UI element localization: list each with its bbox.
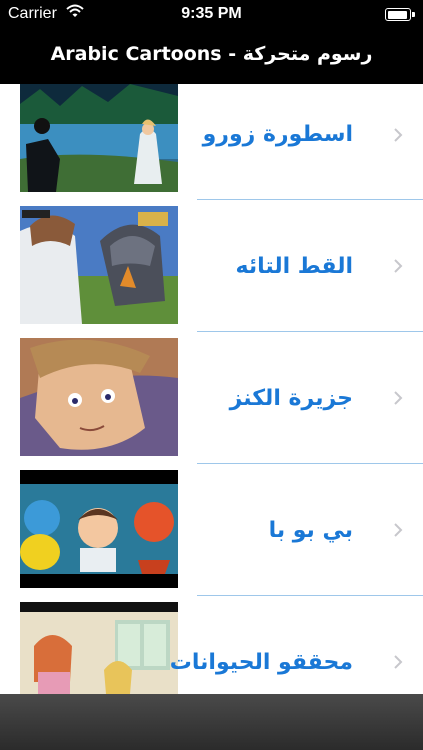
item-title: اسطورة زورو [202,121,353,147]
list-item[interactable]: اسطورة زورو [0,84,423,216]
list-item[interactable]: جزيرة الكنز [0,332,423,464]
chevron-right-icon [394,259,403,273]
list-item[interactable]: بي بو با [0,464,423,596]
item-title: محققو الحيوانات [169,649,353,675]
page-title: Arabic Cartoons - رسوم متحركة [50,43,373,65]
list-item[interactable]: القط التائه [0,200,423,332]
item-title: جزيرة الكنز [229,385,353,411]
thumbnail-image [20,338,178,456]
item-title: القط التائه [235,253,354,279]
thumbnail-image [20,206,178,324]
thumbnail-image [20,84,178,192]
navigation-bar: Arabic Cartoons - رسوم متحركة [0,30,423,84]
thumbnail-image [20,602,178,694]
chevron-right-icon [394,523,403,537]
status-time: 9:35 PM [181,5,242,22]
chevron-right-icon [394,391,403,405]
cartoon-list[interactable]: اسطورة زورو القط التائه جزيرة الكنز بي ب… [0,84,423,694]
chevron-right-icon [394,655,403,669]
bottom-banner [0,694,423,750]
list-item[interactable]: محققو الحيوانات [0,596,423,694]
thumbnail-image [20,470,178,588]
status-bar: Carrier 9:35 PM [0,0,423,30]
chevron-right-icon [394,128,403,142]
battery-icon [385,8,415,21]
item-title: بي بو با [268,517,353,543]
